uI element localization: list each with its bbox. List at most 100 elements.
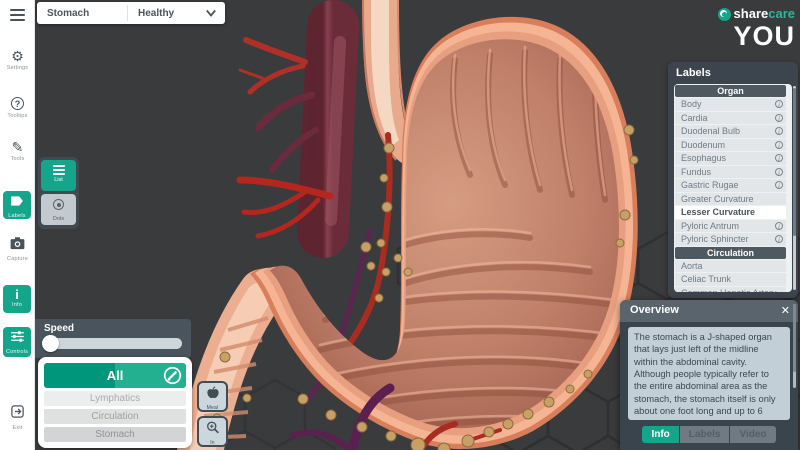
gear-icon: ⚙ (0, 48, 35, 64)
meal-button[interactable]: Meal (197, 381, 228, 412)
tab-video[interactable]: Video (730, 426, 775, 443)
label-row-greater-curvature[interactable]: Greater Curvature (675, 193, 786, 206)
info-circle-icon[interactable]: i (775, 127, 783, 135)
label-row-fundus[interactable]: Fundusi (675, 166, 786, 179)
dot-target-icon (53, 199, 64, 210)
app-window: ⚙ Settings ? Tooltips ✎ Tools Labels Cap… (0, 0, 800, 450)
labels-scrollbar[interactable] (793, 86, 796, 290)
system-all-label: All (107, 368, 124, 383)
model-selector-bar: Stomach Healthy (37, 2, 225, 24)
sliders-icon (10, 330, 25, 343)
exit-icon (10, 404, 25, 419)
sidebar-item-label: Settings (0, 65, 35, 71)
info-circle-icon[interactable]: i (775, 235, 783, 243)
label-row-pyloric-sphincter[interactable]: Pyloric Sphincteri (675, 233, 786, 246)
tab-labels[interactable]: Labels (680, 426, 730, 443)
overview-tabs: Info Labels Video (620, 426, 798, 443)
sidebar-item-label: Capture (0, 256, 35, 262)
label-row-cardia[interactable]: Cardiai (675, 112, 786, 125)
zoom-in-button[interactable]: In (197, 416, 228, 447)
system-all-button[interactable]: All (44, 363, 186, 388)
left-toolbar: ⚙ Settings ? Tooltips ✎ Tools Labels Cap… (0, 0, 35, 450)
sidebar-item-labels[interactable]: Labels (3, 191, 31, 219)
label-row-lesser-curvature-selected[interactable]: Lesser Curvature (675, 206, 786, 219)
sidebar-item-exit[interactable]: Exit (0, 404, 35, 431)
pencil-icon: ✎ (0, 139, 35, 155)
sidebar-item-tools[interactable]: ✎ Tools (0, 139, 35, 162)
condition-dropdown[interactable]: Healthy (128, 8, 205, 19)
info-circle-icon[interactable]: i (775, 114, 783, 122)
info-circle-icon[interactable]: i (775, 100, 783, 108)
menu-icon[interactable] (0, 6, 35, 24)
label-row-aorta[interactable]: Aorta (675, 260, 786, 273)
label-row-common-hepatic-artery[interactable]: Common Hepatic Artery (675, 287, 786, 293)
speed-panel: Speed (35, 319, 191, 358)
list-view-label: List (41, 177, 76, 183)
label-row-body[interactable]: Bodyi (675, 98, 786, 111)
info-icon: i (3, 288, 31, 301)
camera-icon (10, 237, 25, 250)
info-circle-icon[interactable]: i (775, 154, 783, 162)
dots-view-label: Dots (41, 216, 76, 222)
logo-care: care (768, 6, 795, 21)
systems-panel: All Lymphatics Circulation Stomach (38, 357, 192, 448)
sidebar-item-controls[interactable]: Controls (3, 327, 31, 357)
question-icon: ? (11, 97, 24, 110)
tab-info[interactable]: Info (642, 426, 678, 443)
sidebar-item-label: Tools (0, 156, 35, 162)
speed-slider-knob[interactable] (42, 335, 59, 352)
overview-panel: Overview ✕ The stomach is a J-shaped org… (620, 300, 798, 450)
label-row-pyloric-antrum[interactable]: Pyloric Antrumi (675, 220, 786, 233)
logo-you: YOU (718, 23, 795, 49)
sharecare-mark-icon (718, 8, 731, 21)
overview-scrollbar[interactable] (793, 304, 796, 388)
sidebar-item-label: Exit (0, 425, 35, 431)
label-row-duodenal-bulb[interactable]: Duodenal Bulbi (675, 125, 786, 138)
edit-pencil-icon[interactable] (163, 366, 182, 385)
speed-slider[interactable] (44, 338, 182, 349)
labels-scrollbar-thumb[interactable] (793, 88, 796, 236)
speed-label: Speed (44, 323, 74, 334)
section-header-circulation: Circulation (675, 247, 786, 259)
model-dropdown[interactable]: Stomach (37, 8, 127, 19)
labels-panel-title: Labels (676, 67, 711, 79)
system-option-stomach[interactable]: Stomach (44, 427, 186, 442)
apple-icon (205, 385, 221, 400)
sidebar-item-settings[interactable]: ⚙ Settings (0, 48, 35, 71)
sidebar-item-label: Controls (3, 349, 31, 355)
chevron-down-icon[interactable] (205, 8, 217, 18)
system-option-circulation[interactable]: Circulation (44, 409, 186, 424)
info-circle-icon[interactable]: i (775, 168, 783, 176)
info-circle-icon[interactable]: i (775, 222, 783, 230)
list-icon (41, 165, 76, 175)
sharecare-logo: sharecare YOU (718, 5, 795, 49)
overview-scrollbar-thumb[interactable] (793, 304, 796, 372)
system-option-lymphatics[interactable]: Lymphatics (44, 391, 186, 406)
sidebar-item-label: Tooltips (0, 113, 35, 119)
close-icon[interactable]: ✕ (781, 304, 790, 317)
info-circle-icon[interactable]: i (775, 141, 783, 149)
section-header-organ: Organ (675, 85, 786, 97)
list-view-button[interactable]: List (41, 160, 76, 191)
sidebar-item-capture[interactable]: Capture (0, 237, 35, 262)
labels-panel: Labels Organ Bodyi Cardiai Duodenal Bulb… (668, 62, 798, 298)
overview-header: Overview ✕ (620, 300, 798, 322)
tag-icon (10, 195, 24, 207)
labels-list: Organ Bodyi Cardiai Duodenal Bulbi Duode… (674, 84, 792, 292)
sidebar-item-tooltips[interactable]: ? Tooltips (0, 94, 35, 119)
label-row-gastric-rugae[interactable]: Gastric Rugaei (675, 179, 786, 192)
dots-view-button[interactable]: Dots (41, 194, 76, 225)
meal-label: Meal (199, 405, 226, 411)
zoom-in-label: In (199, 440, 226, 446)
sidebar-item-info[interactable]: i Info (3, 285, 31, 313)
label-row-esophagus[interactable]: Esophagusi (675, 152, 786, 165)
overview-text[interactable]: The stomach is a J-shaped organ that lay… (628, 327, 790, 420)
label-row-duodenum[interactable]: Duodenumi (675, 139, 786, 152)
label-view-toggle: List Dots (38, 157, 79, 229)
sidebar-item-label: Labels (3, 213, 31, 219)
sidebar-item-label: Info (3, 302, 31, 308)
label-row-celiac-trunk[interactable]: Celiac Trunk (675, 273, 786, 286)
info-circle-icon[interactable]: i (775, 181, 783, 189)
logo-share: share (734, 6, 769, 21)
overview-title: Overview (630, 304, 679, 316)
